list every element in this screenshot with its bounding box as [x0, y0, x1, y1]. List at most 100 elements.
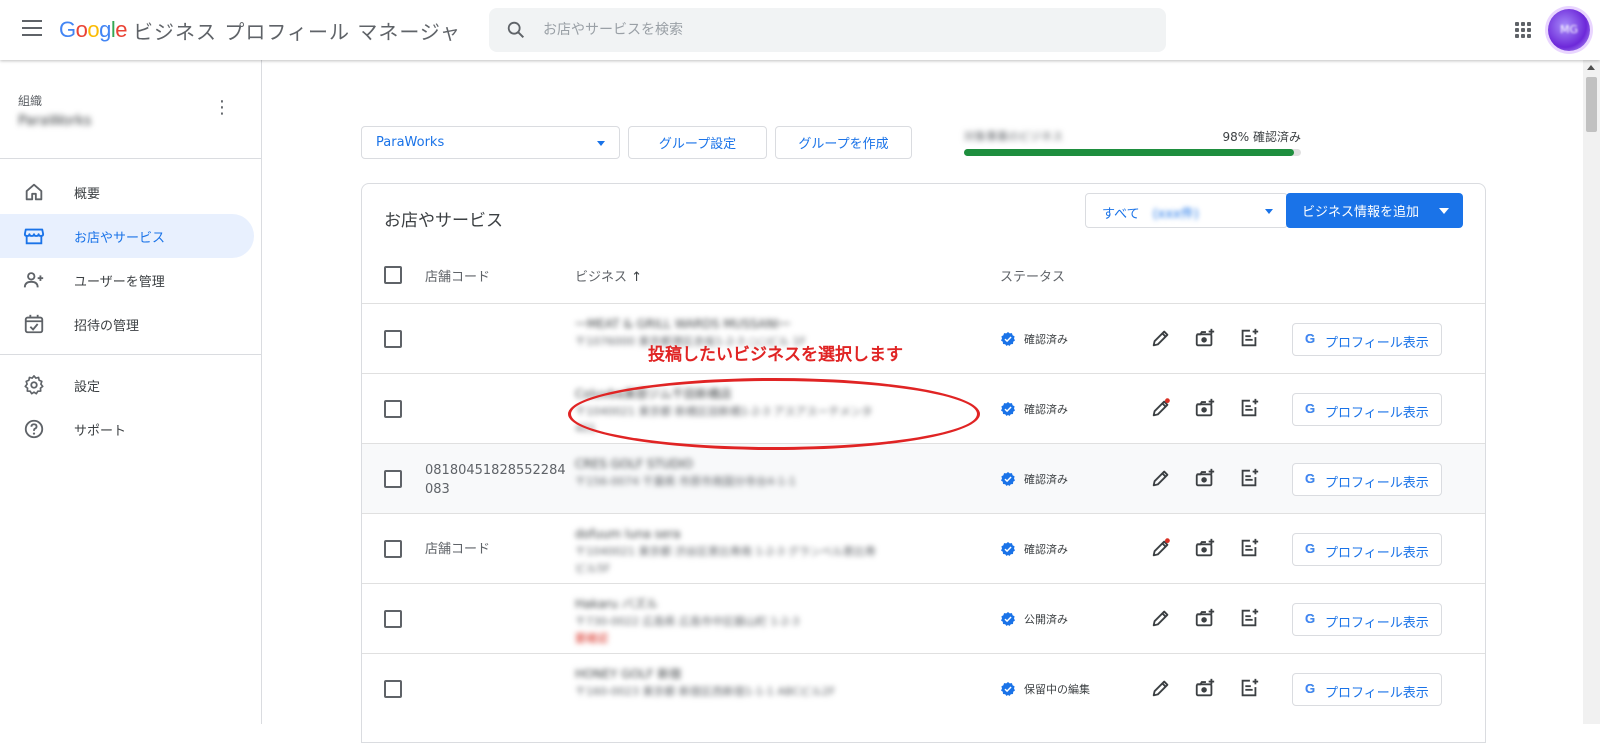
business-address: 〒156-0074 千葉県 市原市南国分寺台4-1-1 [575, 475, 796, 488]
search-icon[interactable] [505, 19, 527, 41]
view-profile-button[interactable]: G プロフィール表示 [1292, 323, 1442, 356]
add-photo-icon[interactable] [1194, 467, 1216, 489]
table-row[interactable]: 店舗コード dofuum luna sera 〒1040021 東京都 渋谷区恵… [362, 513, 1485, 584]
google-g-icon: G [1305, 471, 1316, 486]
edit-icon[interactable] [1150, 607, 1172, 629]
row-checkbox[interactable] [384, 470, 402, 488]
view-profile-label: プロフィール表示 [1325, 336, 1429, 351]
google-g-icon: G [1305, 681, 1316, 696]
column-header-store-code[interactable]: 店舗コード [425, 266, 490, 285]
row-checkbox[interactable] [384, 330, 402, 348]
nav-label: サポート [74, 424, 127, 439]
business-address: 〒730-0022 広島県 広島市中区銀山町 1-2-3 [575, 615, 800, 628]
create-group-button[interactable]: グループを作成 [775, 126, 912, 159]
nav-item-overview[interactable]: 概要 [0, 170, 254, 214]
search-bar[interactable] [489, 8, 1166, 52]
column-header-status[interactable]: ステータス [1000, 266, 1065, 285]
business-warning: 要確認 [575, 632, 608, 645]
nav-label: ユーザーを管理 [74, 275, 165, 290]
google-g-icon: G [1305, 611, 1316, 626]
view-profile-button[interactable]: G プロフィール表示 [1292, 393, 1442, 426]
nav-item-locations[interactable]: お店やサービス [0, 214, 254, 258]
search-input[interactable] [543, 8, 1143, 52]
business-info[interactable]: Hakaru バズル 〒730-0022 広島県 広島市中区銀山町 1-2-3 … [575, 596, 965, 647]
view-profile-button[interactable]: G プロフィール表示 [1292, 463, 1442, 496]
more-vert-icon[interactable]: ⋮ [212, 98, 232, 118]
row-checkbox[interactable] [384, 680, 402, 698]
add-business-label: ビジネス情報を追加 [1302, 205, 1420, 220]
row-checkbox[interactable] [384, 400, 402, 418]
add-business-button[interactable]: ビジネス情報を追加 [1286, 193, 1463, 228]
google-g-icon: G [1305, 331, 1316, 346]
product-logo[interactable]: Google ビジネス プロフィール マネージャ [59, 14, 461, 46]
business-info[interactable]: Coluvba美容ジム千田新橋店 〒1040021 東京都 新橋区田新橋1-2-… [575, 386, 965, 437]
table-row[interactable]: Hakaru バズル 〒730-0022 広島県 広島市中区銀山町 1-2-3 … [362, 583, 1485, 654]
view-profile-button[interactable]: G プロフィール表示 [1292, 603, 1442, 636]
scroll-up-arrow-icon[interactable] [1587, 65, 1595, 70]
edit-icon[interactable] [1150, 397, 1172, 419]
google-logo: Google [59, 17, 128, 42]
main-menu-icon[interactable] [22, 20, 42, 36]
progress-percent: 98% 確認済み [1222, 130, 1302, 144]
column-header-business[interactable]: ビジネス ↑ [575, 266, 642, 285]
edit-icon[interactable] [1150, 677, 1172, 699]
add-post-icon[interactable] [1238, 677, 1260, 699]
group-select[interactable]: ParaWorks [361, 126, 620, 159]
group-settings-button[interactable]: グループ設定 [628, 126, 767, 159]
store-code: 08180451828552284 083 [425, 463, 566, 497]
add-photo-icon[interactable] [1194, 677, 1216, 699]
row-checkbox[interactable] [384, 540, 402, 558]
scrollbar-thumb[interactable] [1586, 77, 1597, 132]
add-photo-icon[interactable] [1194, 537, 1216, 559]
card-title: お店やサービス [384, 211, 503, 231]
select-all-checkbox[interactable] [384, 266, 402, 284]
business-name: CRES GOLF STUDIO [575, 457, 693, 471]
add-post-icon[interactable] [1238, 327, 1260, 349]
add-post-icon[interactable] [1238, 537, 1260, 559]
status-cell: 保留中の編集 [1000, 681, 1090, 697]
google-g-icon: G [1305, 401, 1316, 416]
apps-grid-icon[interactable] [1515, 22, 1531, 38]
nav-item-manage-users[interactable]: ユーザーを管理 [0, 258, 254, 302]
business-info[interactable]: HONEY GOLF 新宿 〒160-0023 東京都 新宿区西新宿1-1-1 … [575, 666, 965, 700]
nav-item-support[interactable]: サポート [0, 407, 254, 451]
add-post-icon[interactable] [1238, 607, 1260, 629]
add-photo-icon[interactable] [1194, 327, 1216, 349]
navigation-drawer: 組織 ParaWorks ⋮ 概要 お店やサービス ユーザーを管理 招待の管理 … [0, 60, 262, 724]
add-photo-icon[interactable] [1194, 607, 1216, 629]
filter-value: すべて (xxx件) [1102, 203, 1199, 222]
view-profile-label: プロフィール表示 [1325, 406, 1429, 421]
chevron-down-icon [597, 141, 605, 146]
business-info[interactable]: dofuum luna sera 〒1040021 東京都 渋谷区恵比寿南 1-… [575, 526, 965, 577]
table-row[interactable]: HONEY GOLF 新宿 〒160-0023 東京都 新宿区西新宿1-1-1 … [362, 653, 1485, 724]
table-row[interactable]: Coluvba美容ジム千田新橋店 〒1040021 東京都 新橋区田新橋1-2-… [362, 373, 1485, 444]
status-text: 確認済み [1024, 543, 1068, 556]
edit-icon[interactable] [1150, 327, 1172, 349]
nav-item-settings[interactable]: 設定 [0, 363, 254, 407]
status-filter-select[interactable]: すべて (xxx件) [1085, 193, 1288, 228]
page-scrollbar[interactable] [1583, 60, 1600, 724]
status-cell: 確認済み [1000, 471, 1068, 487]
divider [0, 158, 262, 159]
column-header-label: ビジネス [575, 270, 628, 285]
status-cell: 確認済み [1000, 541, 1068, 557]
table-row[interactable]: 08180451828552284 083 CRES GOLF STUDIO 〒1… [362, 443, 1485, 514]
row-checkbox[interactable] [384, 610, 402, 628]
table-row[interactable]: 一MEAT & GRILL WARDS MUSSANI一 〒1076000 東京… [362, 303, 1485, 374]
verified-icon [1001, 402, 1015, 416]
status-text: 確認済み [1024, 473, 1068, 486]
view-profile-button[interactable]: G プロフィール表示 [1292, 533, 1442, 566]
edit-icon[interactable] [1150, 537, 1172, 559]
business-address-line2: 401 [575, 422, 596, 435]
nav-label: 設定 [74, 380, 101, 395]
add-post-icon[interactable] [1238, 467, 1260, 489]
nav-item-invitations[interactable]: 招待の管理 [0, 302, 254, 346]
chevron-down-icon [1265, 209, 1273, 214]
business-info[interactable]: CRES GOLF STUDIO 〒156-0074 千葉県 市原市南国分寺台4… [575, 456, 965, 490]
progress-label: 対象事業のビジネス [964, 130, 1063, 143]
edit-icon[interactable] [1150, 467, 1172, 489]
account-avatar[interactable]: MG [1548, 9, 1590, 51]
view-profile-button[interactable]: G プロフィール表示 [1292, 673, 1442, 706]
add-post-icon[interactable] [1238, 397, 1260, 419]
add-photo-icon[interactable] [1194, 397, 1216, 419]
